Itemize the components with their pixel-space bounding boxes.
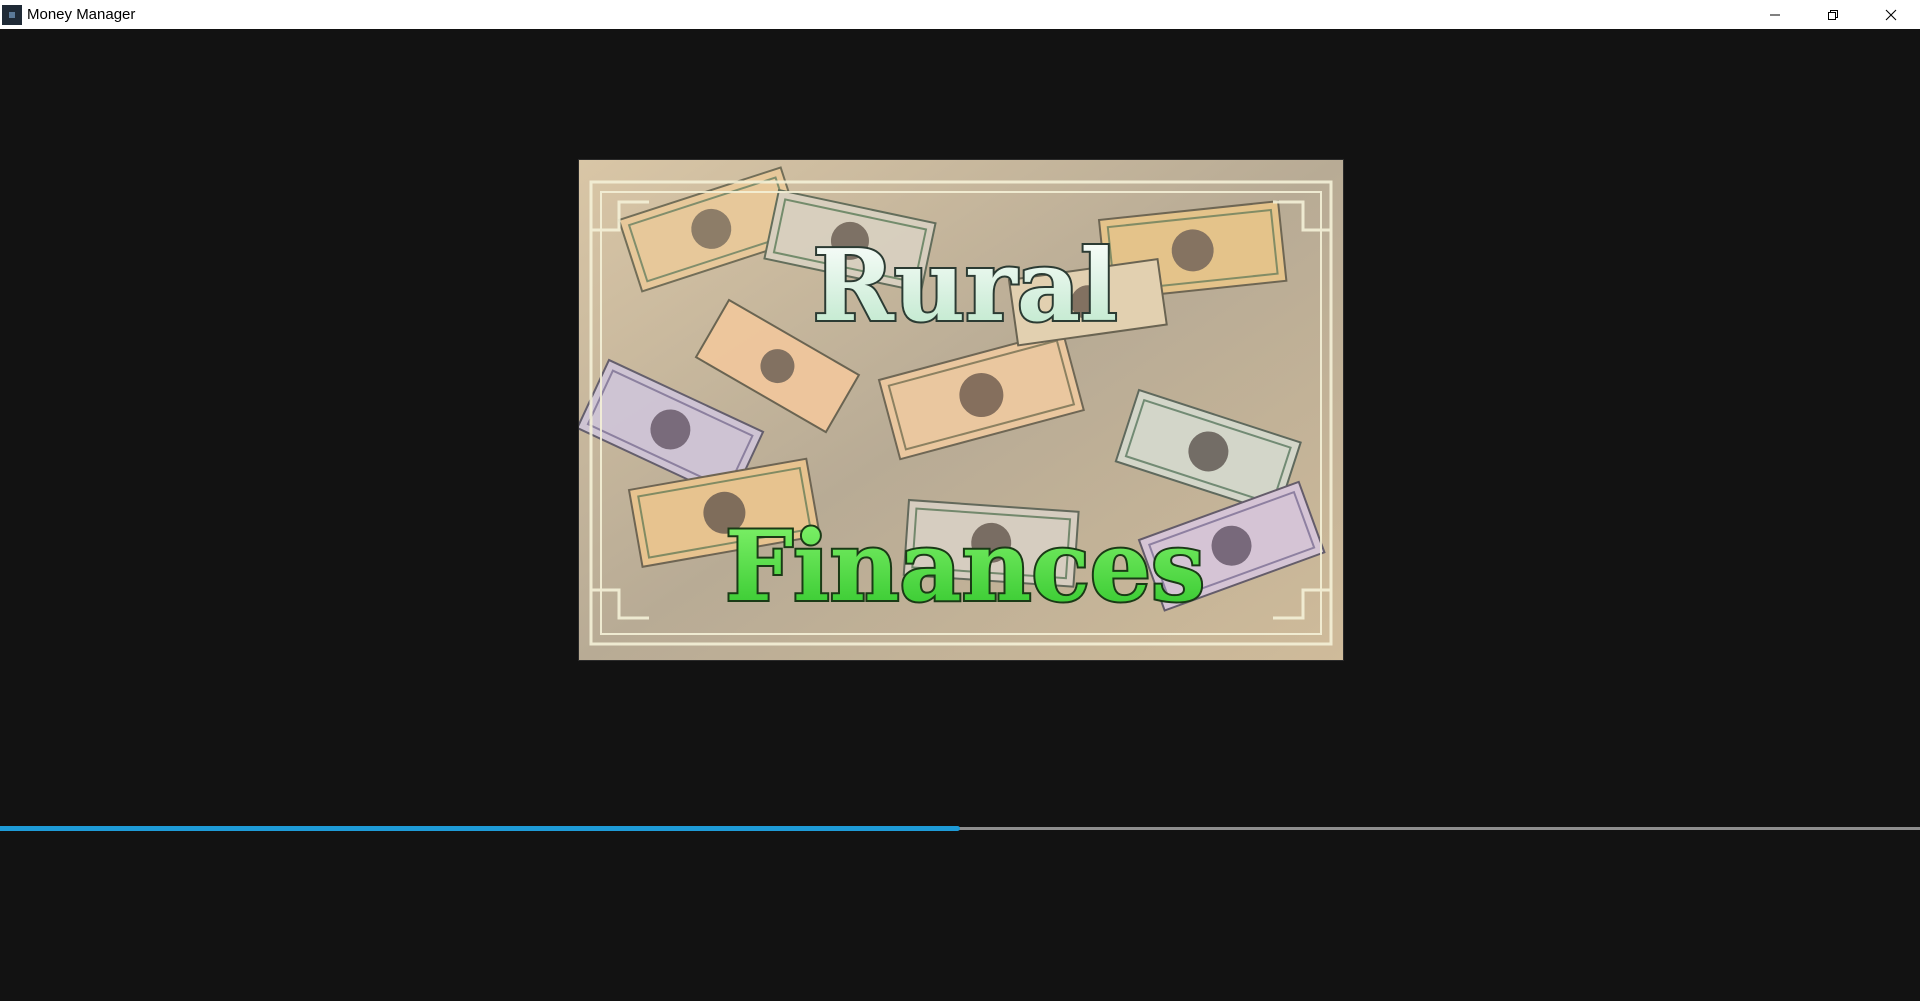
minimize-icon [1770, 14, 1780, 15]
restore-button[interactable] [1804, 0, 1862, 29]
app-content: Rural Finances [0, 29, 1920, 1001]
loading-progress-fill [0, 826, 960, 831]
close-icon [1885, 9, 1897, 20]
close-button[interactable] [1862, 0, 1920, 29]
window-title: Money Manager [27, 6, 136, 23]
splash-artwork: Rural Finances [579, 160, 1343, 660]
restore-icon [1828, 9, 1838, 20]
window-titlebar: Money Manager [0, 0, 1920, 29]
splash-title-line1: Rural [812, 229, 1117, 344]
loading-progress-bar [0, 826, 1920, 831]
splash-image: Rural Finances [578, 159, 1344, 661]
splash-title-line2: Finances [725, 510, 1205, 623]
minimize-button[interactable] [1746, 0, 1804, 29]
app-icon [2, 4, 22, 25]
window-controls [1746, 0, 1920, 29]
